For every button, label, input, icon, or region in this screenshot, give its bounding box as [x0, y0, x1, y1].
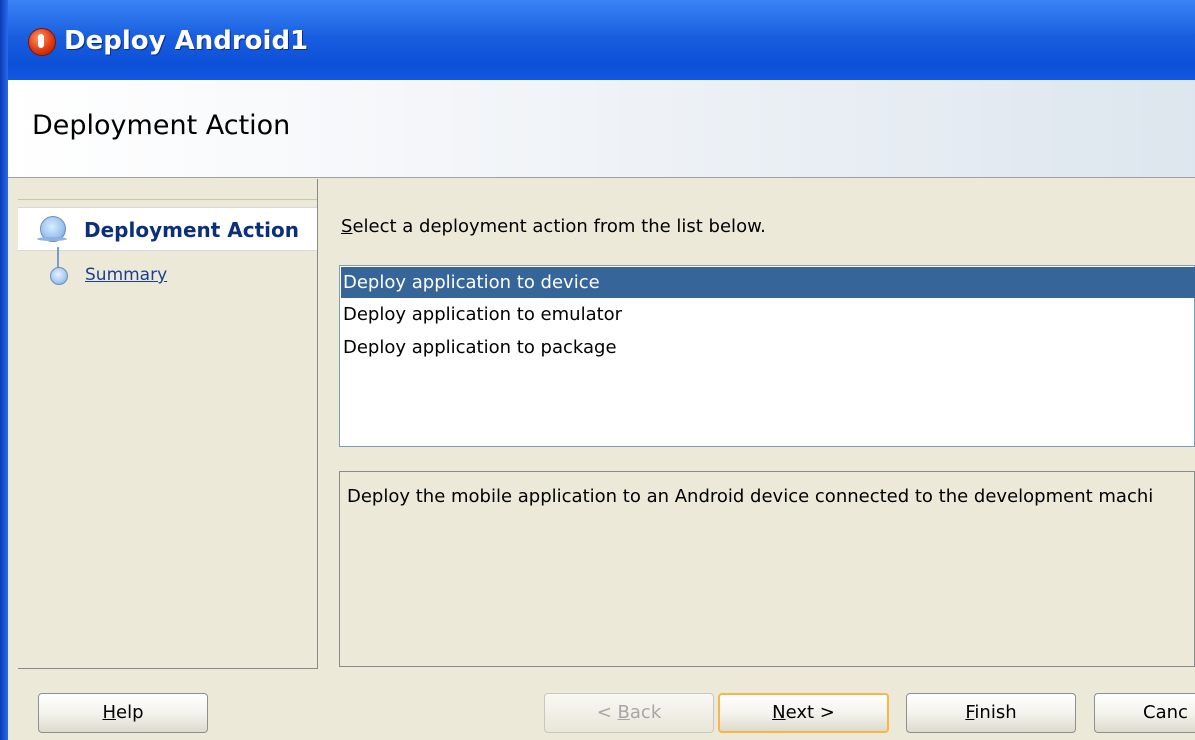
action-item-device[interactable]: Deploy application to device [341, 267, 1195, 298]
window-title: Deploy Android1 [64, 26, 309, 56]
action-description-panel: Deploy the mobile application to an Andr… [339, 471, 1195, 667]
deployment-action-list[interactable]: Deploy application to device Deploy appl… [339, 265, 1195, 447]
nav-divider [18, 199, 317, 200]
instruction-mnemonic: S [341, 216, 353, 237]
back-mnemonic: B [617, 702, 630, 723]
step-deployment-action[interactable]: Deployment Action [18, 207, 317, 251]
step-summary-link[interactable]: Summary [85, 265, 167, 285]
step-connector-line [57, 247, 59, 269]
help-label: elp [116, 702, 144, 723]
wizard-steps-panel: Deployment Action Summary [18, 179, 318, 669]
deploy-wizard-window: Deploy Android1 Deployment Action Deploy… [0, 0, 1195, 740]
instruction-text: elect a deployment action from the list … [352, 216, 766, 237]
wizard-header: Deployment Action [8, 80, 1195, 178]
cancel-button[interactable]: Canc [1094, 693, 1195, 733]
finish-button[interactable]: Finish [906, 693, 1076, 733]
help-button[interactable]: Help [38, 693, 208, 733]
oracle-app-icon [28, 28, 56, 56]
action-description: Deploy the mobile application to an Andr… [347, 486, 1154, 507]
step-pending-icon [50, 267, 68, 285]
page-title: Deployment Action [32, 110, 291, 141]
finish-label: inish [974, 702, 1017, 723]
instruction-label: Select a deployment action from the list… [341, 216, 766, 237]
window-frame-left [0, 0, 8, 740]
action-item-emulator[interactable]: Deploy application to emulator [341, 299, 1195, 330]
action-item-package[interactable]: Deploy application to package [341, 332, 1195, 363]
back-prefix: < [596, 702, 618, 723]
help-mnemonic: H [102, 702, 117, 723]
back-label: ack [629, 702, 662, 723]
back-button[interactable]: < Back [544, 693, 714, 733]
next-label: ext > [785, 702, 835, 723]
next-mnemonic: N [772, 702, 786, 723]
step-active-icon [37, 216, 67, 242]
step-label: Deployment Action [84, 218, 300, 242]
title-bar[interactable]: Deploy Android1 [0, 0, 1195, 80]
next-button[interactable]: Next > [718, 693, 889, 733]
